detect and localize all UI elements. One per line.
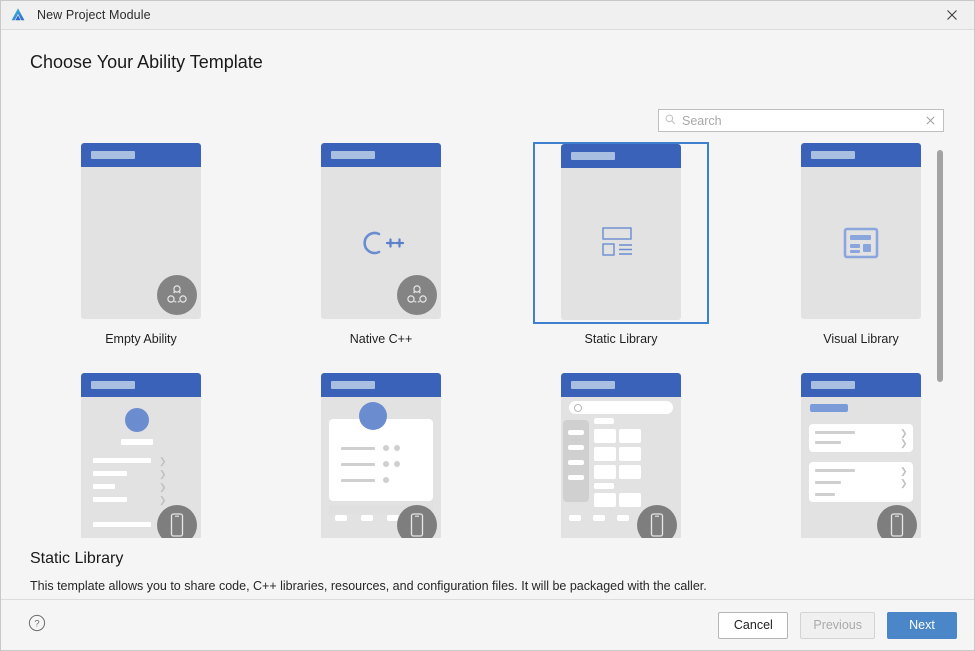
search-icon <box>665 112 676 130</box>
template-thumbnail <box>561 144 681 320</box>
svg-text:?: ? <box>34 618 39 629</box>
ability-badge-icon <box>157 275 197 315</box>
template-thumbnail <box>321 373 441 538</box>
description-text: This template allows you to share code, … <box>30 579 707 593</box>
thumb-header <box>801 373 921 397</box>
template-description: Static Library This template allows you … <box>30 550 944 594</box>
search-input[interactable] <box>682 113 923 128</box>
page-title: Choose Your Ability Template <box>30 52 263 72</box>
close-icon[interactable] <box>929 1 974 28</box>
static-library-icon <box>561 226 681 262</box>
template-card-native-cpp[interactable]: Native C++ <box>261 142 501 372</box>
cpp-logo-icon <box>321 228 441 258</box>
harmony-logo-icon <box>9 6 27 24</box>
template-thumbnail: ❯ ❯ ❯ ❯ <box>81 373 201 538</box>
template-thumbnail <box>801 143 921 319</box>
template-thumbnail <box>321 143 441 319</box>
template-card-row2-4[interactable]: ❯ ❯ ❯ ❯ <box>741 372 944 538</box>
cancel-button[interactable]: Cancel <box>718 611 789 639</box>
window-title: New Project Module <box>37 8 151 22</box>
template-card-visual-library[interactable]: Visual Library <box>741 142 944 372</box>
template-label: Native C++ <box>349 332 413 346</box>
scrollbar-thumb[interactable] <box>937 150 943 382</box>
template-thumb-frame: ❯ ❯ ❯ ❯ <box>773 372 944 538</box>
help-circle-icon[interactable]: ? <box>28 614 46 637</box>
thumb-header <box>321 373 441 397</box>
template-thumb-frame <box>53 142 229 324</box>
template-label: Visual Library <box>823 332 899 346</box>
template-thumbnail <box>81 143 201 319</box>
template-thumbnail: ❯ ❯ ❯ ❯ <box>801 373 921 538</box>
template-label: Static Library <box>584 332 658 346</box>
template-thumb-frame <box>773 142 944 324</box>
template-card-static-library[interactable]: Static Library <box>501 142 741 372</box>
phone-badge-icon <box>157 505 197 538</box>
template-grid-viewport: Empty Ability Native C++ Static Library … <box>19 142 944 538</box>
template-thumb-frame: ❯ ❯ ❯ ❯ <box>53 372 229 538</box>
dialog-footer: ? Cancel Previous Next <box>1 599 974 650</box>
thumb-header <box>561 373 681 397</box>
visual-library-icon <box>801 226 921 260</box>
template-scrollbar[interactable] <box>936 142 944 538</box>
new-project-module-dialog: New Project Module Choose Your Ability T… <box>0 0 975 651</box>
template-grid: Empty Ability Native C++ Static Library … <box>19 142 944 538</box>
thumb-header <box>81 143 201 167</box>
template-card-row2-2[interactable] <box>261 372 501 538</box>
template-card-empty-ability[interactable]: Empty Ability <box>21 142 261 372</box>
ability-badge-icon <box>397 275 437 315</box>
template-thumb-frame <box>293 142 469 324</box>
next-button[interactable]: Next <box>887 611 957 639</box>
dialog-content: Choose Your Ability Template Search Empt… <box>1 30 974 599</box>
template-thumbnail <box>561 373 681 538</box>
phone-badge-icon <box>397 505 437 538</box>
thumb-search-pill <box>569 401 673 414</box>
template-label: Empty Ability <box>105 332 177 346</box>
template-thumb-frame-selected <box>533 142 709 324</box>
template-thumb-frame <box>533 372 709 538</box>
clear-icon[interactable] <box>923 114 937 128</box>
description-title: Static Library <box>30 550 124 567</box>
thumb-header <box>81 373 201 397</box>
template-card-row2-1[interactable]: ❯ ❯ ❯ ❯ <box>21 372 261 538</box>
thumb-header <box>321 143 441 167</box>
search-row <box>658 109 944 132</box>
template-card-row2-3[interactable] <box>501 372 741 538</box>
thumb-header <box>561 144 681 168</box>
thumb-header <box>801 143 921 167</box>
previous-button[interactable]: Previous <box>800 611 875 639</box>
thumb-art-static-library <box>561 168 681 320</box>
thumb-art-visual-library <box>801 167 921 319</box>
template-thumb-frame <box>293 372 469 538</box>
phone-badge-icon <box>877 505 917 538</box>
search-box[interactable] <box>658 109 944 132</box>
title-bar: New Project Module <box>1 1 974 30</box>
phone-badge-icon <box>637 505 677 538</box>
